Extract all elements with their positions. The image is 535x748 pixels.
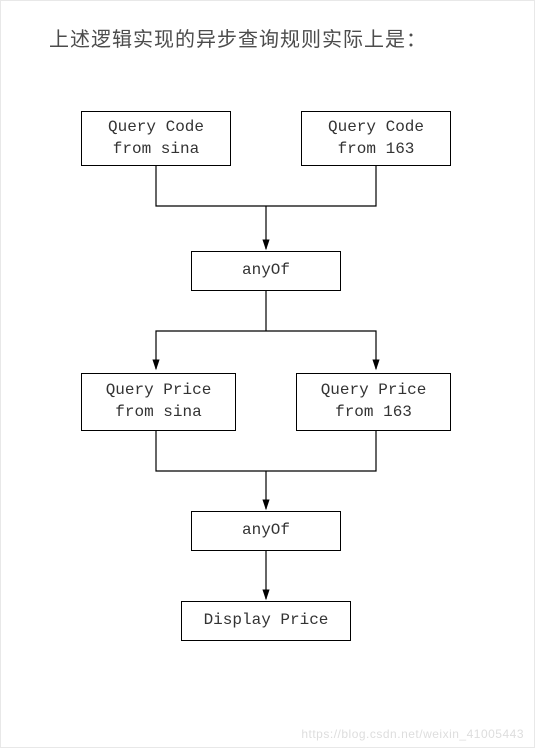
box-query-price-sina: Query Price from sina [81,373,236,431]
box-display-price: Display Price [181,601,351,641]
box-anyof-1: anyOf [191,251,341,291]
box-anyof-2: anyOf [191,511,341,551]
page-title: 上述逻辑实现的异步查询规则实际上是： [49,23,427,52]
box-query-code-163: Query Code from 163 [301,111,451,166]
box-query-code-sina: Query Code from sina [81,111,231,166]
box-query-price-163: Query Price from 163 [296,373,451,431]
watermark-text: https://blog.csdn.net/weixin_41005443 [301,727,524,741]
flow-diagram: Query Code from sina Query Code from 163… [41,91,496,731]
